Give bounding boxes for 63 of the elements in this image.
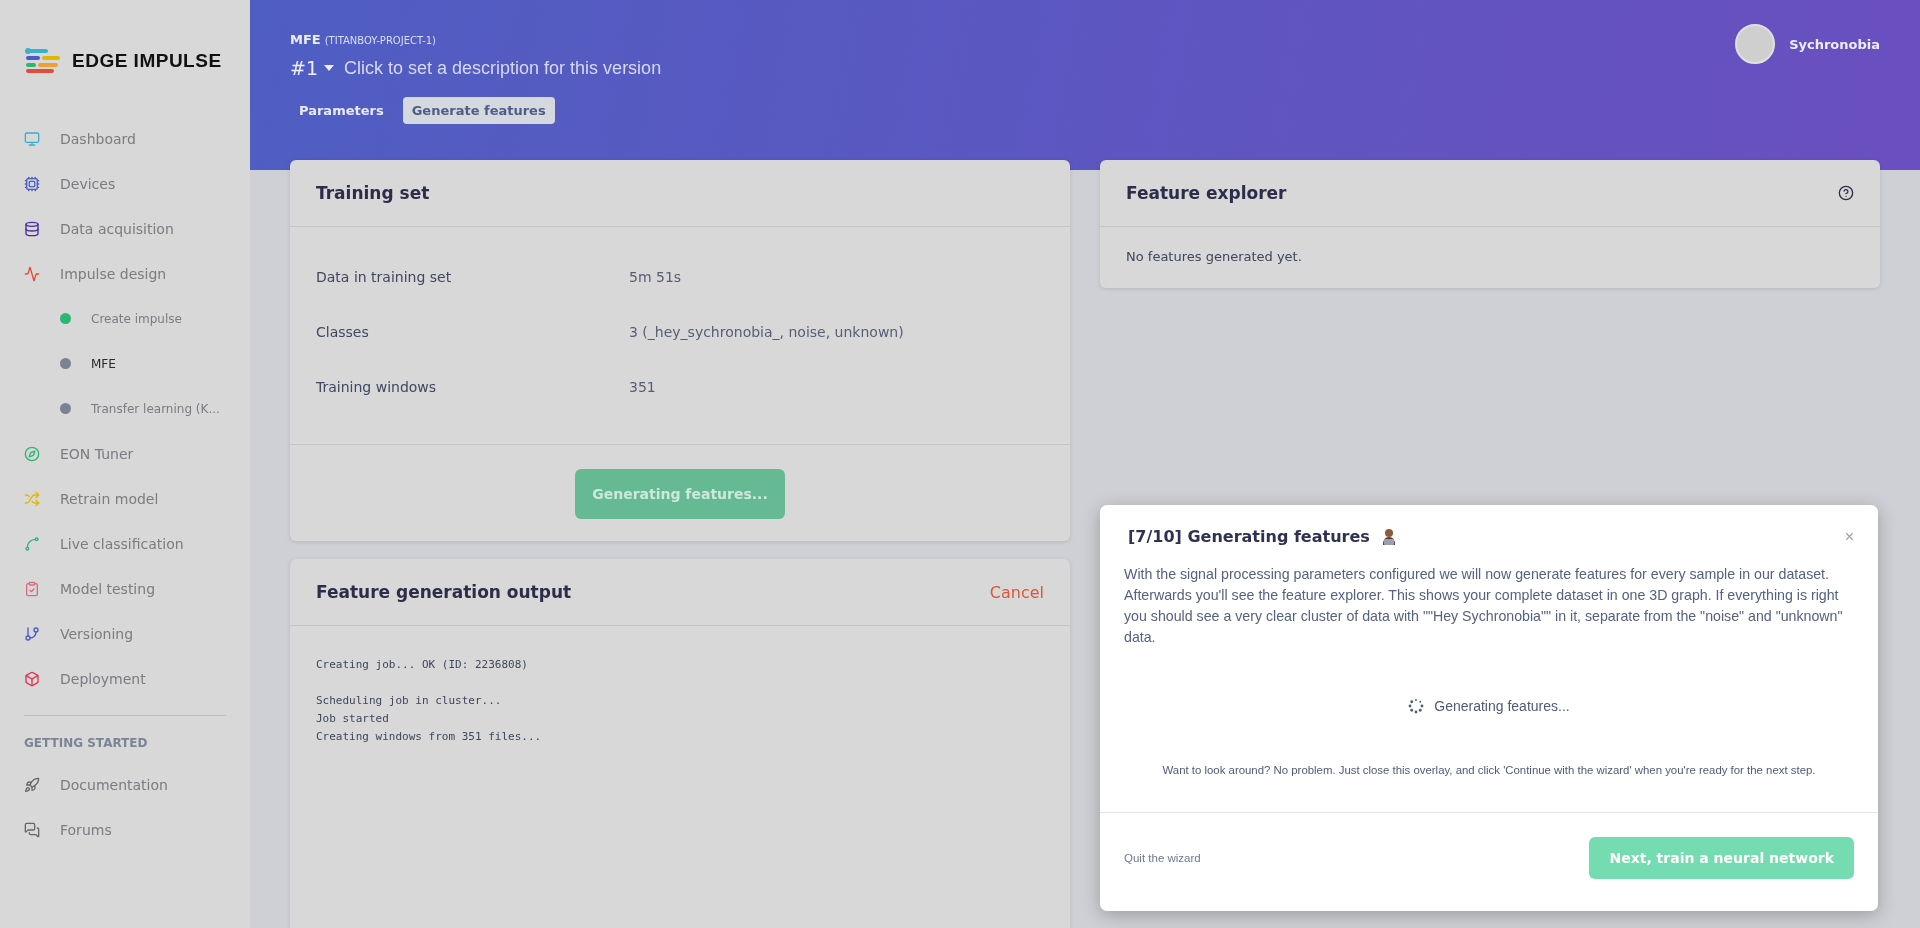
hint-text: Want to look around? No problem. Just close this overlay, and click 'Continue with the wizard' when you're ready for the next step. <box>1161 764 1817 776</box>
card-title: Feature generation output <box>316 582 572 602</box>
sidebar-item[interactable]: Versioning <box>0 611 250 656</box>
sidebar-subitem[interactable]: Create impulse <box>0 296 250 341</box>
status-text: Generating features... <box>1434 698 1570 714</box>
log-line: Creating job... OK (ID: 2236808) <box>316 657 529 673</box>
branch-icon <box>24 625 40 642</box>
compass-icon <box>24 445 40 462</box>
curve-icon <box>24 535 40 552</box>
dialog-title: [7/10] Generating features <box>1128 527 1370 546</box>
sidebar-item[interactable]: Live classification <box>0 521 250 566</box>
row-label: Classes <box>316 323 370 340</box>
pulse-icon <box>24 265 40 282</box>
sidebar-item[interactable]: Retrain model <box>0 476 250 521</box>
sidebar-item[interactable]: Deployment <box>0 656 250 701</box>
version-dropdown[interactable]: #1 <box>290 57 334 79</box>
row-label: Data in training set <box>316 268 453 285</box>
block-name: MFE <box>290 32 321 47</box>
log-line: Creating windows from 351 files... <box>316 729 543 745</box>
chip-icon <box>24 175 40 192</box>
sidebar-item[interactable]: Model testing <box>0 566 250 611</box>
wizard-text: With the signal processing parameters configured we will now generate features for every sample in our dataset. Afterwards you'll see the feature explorer. This shows your complete dataset in one 3D graph. If everything is right you should see a very clear cluster of data with ""Hey Sychronobia"" in it, separate from the "noise" and "unknown" data. <box>1124 565 1844 647</box>
database-icon <box>24 220 40 237</box>
logo-icon <box>24 48 62 74</box>
row-label: Training windows <box>316 378 438 395</box>
user-name[interactable]: Sychronobia <box>1789 36 1880 52</box>
log-line: Job started <box>316 711 390 727</box>
cube-icon <box>24 670 40 687</box>
section-heading: GETTING STARTED <box>23 735 149 752</box>
sidebar-item[interactable]: Impulse design <box>0 251 250 296</box>
sidebar-subitem[interactable]: MFE <box>0 341 250 386</box>
card-title: Training set <box>316 183 430 203</box>
brand-name: EDGE IMPULSE <box>72 50 222 72</box>
sidebar-item[interactable]: Data acquisition <box>0 206 250 251</box>
close-button[interactable]: × <box>1844 527 1854 546</box>
help-icon[interactable] <box>1838 185 1854 201</box>
description-field[interactable]: Click to set a description for this version <box>344 57 662 79</box>
sidebar-item[interactable]: Devices <box>0 161 250 206</box>
shuffle-icon <box>24 490 40 507</box>
avatar[interactable] <box>1735 24 1776 64</box>
cancel-link[interactable]: Cancel <box>989 582 1044 602</box>
project-name: (TITANBOY-PROJECT-1) <box>324 35 437 46</box>
sidebar-item[interactable]: EON Tuner <box>0 431 250 476</box>
rocket-icon <box>24 776 40 793</box>
monitor-icon <box>24 130 40 147</box>
sidebar-item[interactable]: Documentation <box>0 762 250 807</box>
tab[interactable]: Parameters <box>290 97 393 124</box>
tab[interactable]: Generate features <box>402 97 555 124</box>
empty-message: No features generated yet. <box>1125 248 1303 266</box>
row-value: 351 <box>629 378 657 395</box>
spinner-icon <box>1408 698 1425 714</box>
sidebar-item[interactable]: Forums <box>0 807 250 852</box>
sidebar-item[interactable]: Dashboard <box>0 116 250 161</box>
next-button[interactable]: Next, train a neural network <box>1589 837 1854 879</box>
log-line: Scheduling job in cluster... <box>316 693 503 709</box>
row-value: 5m 51s <box>629 268 683 285</box>
card-title: Feature explorer <box>1126 183 1287 203</box>
caret-icon <box>324 65 334 71</box>
chat-bubbles-icon <box>24 821 40 838</box>
clipboard-icon <box>24 580 40 597</box>
quit-link[interactable]: Quit the wizard <box>1124 852 1201 864</box>
row-value: 3 (_hey_sychronobia_, noise, unknown) <box>629 323 905 340</box>
sidebar-subitem[interactable]: Transfer learning (K... <box>0 386 250 431</box>
